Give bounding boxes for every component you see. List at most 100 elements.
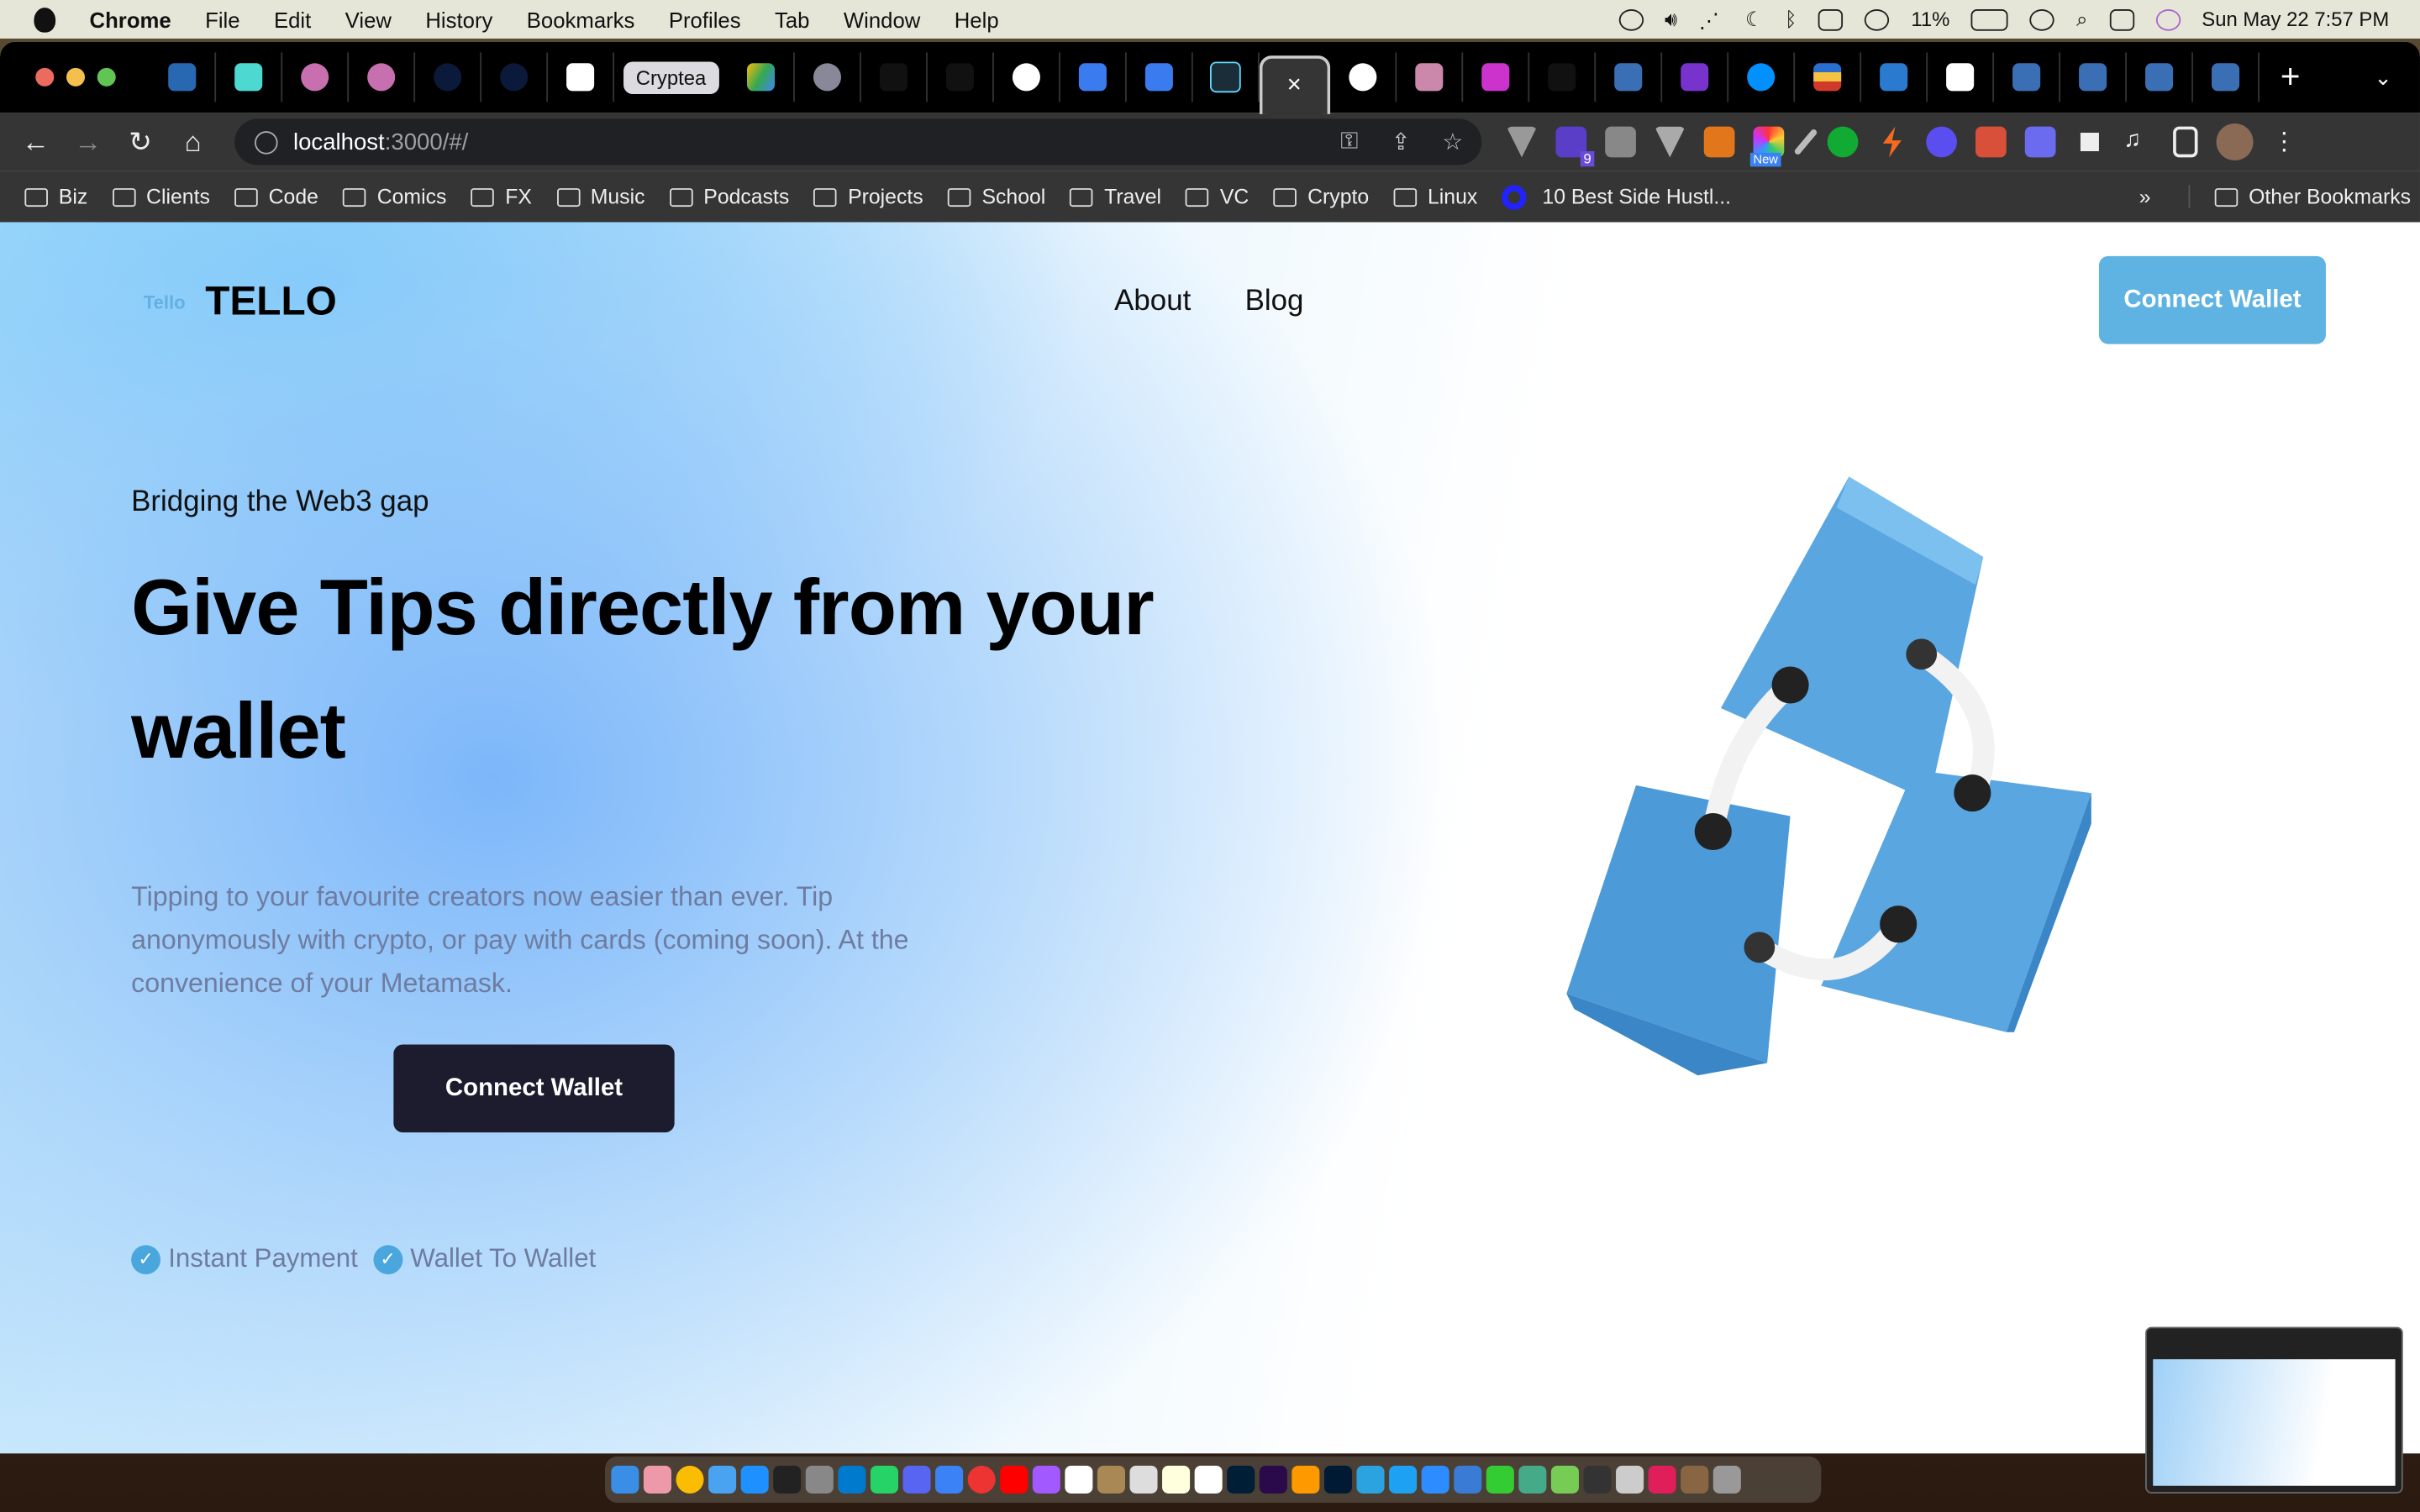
menu-window[interactable]: Window: [844, 7, 920, 31]
messages-icon[interactable]: [1486, 1465, 1514, 1494]
bookmark-folder-vc[interactable]: VC: [1186, 185, 1249, 208]
tab-coin[interactable]: [415, 52, 482, 102]
tab-drive[interactable]: [728, 52, 795, 102]
sketch-icon[interactable]: [1292, 1465, 1320, 1494]
document-icon[interactable]: [1681, 1465, 1709, 1494]
tab-linkedin[interactable]: [150, 52, 217, 102]
bookmark-folder-code[interactable]: Code: [234, 185, 318, 208]
bookmark-folder-school[interactable]: School: [948, 185, 1045, 208]
connect-wallet-header-button[interactable]: Connect Wallet: [2098, 255, 2326, 344]
do-not-disturb-icon[interactable]: ☾: [1745, 7, 1763, 31]
photos-icon[interactable]: [1129, 1465, 1158, 1494]
tab-search-button[interactable]: ⌄: [2374, 64, 2392, 90]
tab-m[interactable]: [794, 52, 861, 102]
new-tab-button[interactable]: +: [2281, 57, 2301, 97]
tab-atom-2[interactable]: [349, 52, 416, 102]
activity-monitor-icon[interactable]: [1583, 1465, 1612, 1494]
menu-help[interactable]: Help: [955, 7, 999, 31]
tab-atom[interactable]: [282, 52, 350, 102]
app-icon[interactable]: [1518, 1465, 1547, 1494]
tab-react[interactable]: [1192, 52, 1259, 102]
apple-icon[interactable]: [34, 7, 56, 32]
tab-m2[interactable]: [860, 52, 928, 102]
close-window-button[interactable]: [35, 67, 55, 87]
office-icon[interactable]: [1065, 1465, 1093, 1494]
tab-network[interactable]: [1661, 52, 1728, 102]
edge-icon[interactable]: [1454, 1465, 1482, 1494]
bookmark-folder-biz[interactable]: Biz: [24, 185, 87, 208]
extensions-puzzle-icon[interactable]: [2080, 132, 2099, 151]
media-control-icon[interactable]: ♫: [2123, 127, 2154, 158]
bookmark-folder-crypto[interactable]: Crypto: [1273, 185, 1369, 208]
nav-blog[interactable]: Blog: [1245, 286, 1304, 319]
bookmark-folder-travel[interactable]: Travel: [1070, 185, 1161, 208]
reload-button[interactable]: ↻: [114, 126, 166, 159]
k-icon[interactable]: [2024, 126, 2056, 158]
profile-avatar[interactable]: [2216, 123, 2254, 161]
creative-cloud-icon[interactable]: [1618, 8, 1644, 30]
screenshot-thumbnail-preview[interactable]: [2145, 1326, 2403, 1494]
bookmarks-overflow-button[interactable]: »: [2139, 185, 2151, 208]
vscode-icon[interactable]: [838, 1465, 866, 1494]
lightroom-icon[interactable]: [1323, 1465, 1352, 1494]
tab-wizard-3[interactable]: [2060, 52, 2127, 102]
extension-badge-icon[interactable]: 9: [1555, 126, 1595, 167]
bookmark-folder-music[interactable]: Music: [556, 185, 644, 208]
bookmark-folder-clients[interactable]: Clients: [112, 185, 210, 208]
tab-filecoin[interactable]: [1728, 52, 1795, 102]
bookmark-side-hustle[interactable]: 10 Best Side Hustl...: [1502, 184, 1731, 209]
tab-github[interactable]: [993, 52, 1060, 102]
tab-cryptea[interactable]: Cryptea: [614, 52, 728, 102]
menu-edit[interactable]: Edit: [274, 7, 311, 31]
youtube-icon[interactable]: [1000, 1465, 1028, 1494]
address-bar[interactable]: localhost:3000/#/ ⚿ ⇪ ☆: [234, 118, 1482, 165]
tab-app[interactable]: [216, 52, 283, 102]
site-logo[interactable]: TELLO: [205, 278, 337, 326]
finder-icon[interactable]: [611, 1465, 639, 1494]
maximize-window-button[interactable]: [97, 67, 116, 87]
tab-unicorn[interactable]: [1396, 52, 1463, 102]
ghost-icon[interactable]: [1926, 126, 1957, 158]
music-icon[interactable]: [967, 1465, 996, 1494]
calendar-icon[interactable]: [1194, 1465, 1223, 1494]
signal-icon[interactable]: [935, 1465, 964, 1494]
discord-icon[interactable]: [902, 1465, 931, 1494]
back-button[interactable]: ←: [9, 126, 61, 159]
side-panel-icon[interactable]: [2173, 126, 2198, 158]
photoshop-icon[interactable]: [1227, 1465, 1255, 1494]
chrome-icon[interactable]: [676, 1465, 704, 1494]
control-center-icon[interactable]: [2109, 8, 2134, 30]
home-button[interactable]: ⌂: [166, 126, 218, 159]
wifi-icon[interactable]: ⋰: [1699, 8, 1723, 32]
clock[interactable]: Sun May 22 7:57 PM: [2202, 8, 2389, 31]
whatsapp-icon[interactable]: [870, 1465, 898, 1494]
tab-notion[interactable]: [548, 52, 615, 102]
tab-bolt[interactable]: [1060, 52, 1126, 102]
tab-active[interactable]: ×: [1258, 55, 1330, 114]
tab-dark[interactable]: [1528, 52, 1596, 102]
forward-button[interactable]: →: [61, 126, 113, 159]
link-icon[interactable]: [2029, 8, 2055, 30]
twitter-icon[interactable]: [1389, 1465, 1418, 1494]
archive-icon[interactable]: [1097, 1465, 1125, 1494]
bookmark-folder-fx[interactable]: FX: [471, 185, 532, 208]
app-store-icon[interactable]: [740, 1465, 769, 1494]
minimize-window-button[interactable]: [66, 67, 86, 87]
volume-icon[interactable]: 🔊︎: [1665, 7, 1677, 31]
menu-history[interactable]: History: [425, 7, 492, 31]
bluetooth-icon[interactable]: ᛒ: [1785, 8, 1797, 31]
infinity-icon[interactable]: [1827, 126, 1859, 158]
chrome-menu-icon[interactable]: ⋮: [2272, 127, 2296, 158]
tab-coin-2[interactable]: [481, 52, 549, 102]
share-icon[interactable]: ⇪: [1392, 128, 1411, 155]
metamask-icon[interactable]: [1703, 126, 1735, 158]
premiere-icon[interactable]: [1259, 1465, 1287, 1494]
password-key-icon[interactable]: ⚿: [1340, 128, 1358, 154]
tab-wizard-5[interactable]: [2192, 52, 2260, 102]
menu-profiles[interactable]: Profiles: [669, 7, 741, 31]
zoom-icon[interactable]: [1421, 1465, 1449, 1494]
slack-icon[interactable]: [1648, 1465, 1676, 1494]
tab-bolt-2[interactable]: [1126, 52, 1192, 102]
telegram-icon[interactable]: [1356, 1465, 1385, 1494]
bulb-icon[interactable]: [1605, 126, 1636, 158]
